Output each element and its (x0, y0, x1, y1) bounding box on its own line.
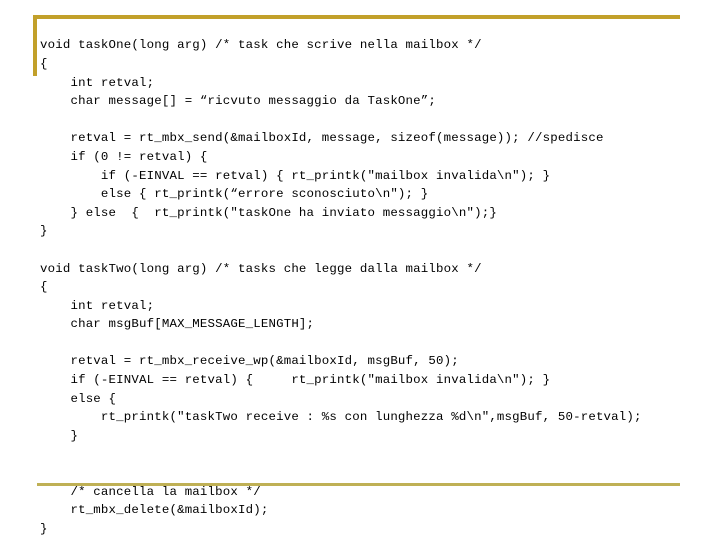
code-line: } (40, 224, 48, 239)
code-line: rt_mbx_delete(&mailboxId); (40, 503, 269, 518)
code-line: else { rt_printk(“errore sconosciuto\n")… (40, 187, 429, 202)
code-line: if (-EINVAL == retval) { rt_printk("mail… (40, 168, 551, 183)
code-line: else { (40, 391, 117, 406)
code-line: retval = rt_mbx_receive_wp(&mailboxId, m… (40, 354, 459, 369)
decorative-left-bracket (33, 15, 37, 76)
code-line: } (40, 428, 79, 443)
code-line: if (-EINVAL == retval) { rt_printk("mail… (40, 373, 551, 388)
code-line: void taskTwo(long arg) /* tasks che legg… (40, 261, 482, 276)
code-line: } (40, 521, 48, 536)
code-line: char msgBuf[MAX_MESSAGE_LENGTH]; (40, 317, 315, 332)
code-line: /* cancella la mailbox */ (40, 484, 261, 499)
code-line: if (0 != retval) { (40, 149, 208, 164)
code-line: { (40, 56, 48, 71)
code-listing: void taskOne(long arg) /* task che scriv… (40, 36, 700, 538)
code-line: rt_printk("taskTwo receive : %s con lung… (40, 410, 642, 425)
code-line: char message[] = “ricvuto messaggio da T… (40, 94, 437, 109)
code-line: int retval; (40, 75, 155, 90)
code-line: retval = rt_mbx_send(&mailboxId, message… (40, 131, 604, 146)
decorative-top-rule (33, 15, 680, 19)
code-line: } else { rt_printk("taskOne ha inviato m… (40, 205, 497, 220)
code-line: { (40, 280, 48, 295)
code-line: void taskOne(long arg) /* task che scriv… (40, 38, 482, 53)
code-line: int retval; (40, 298, 155, 313)
slide-canvas: void taskOne(long arg) /* task che scriv… (0, 0, 720, 540)
